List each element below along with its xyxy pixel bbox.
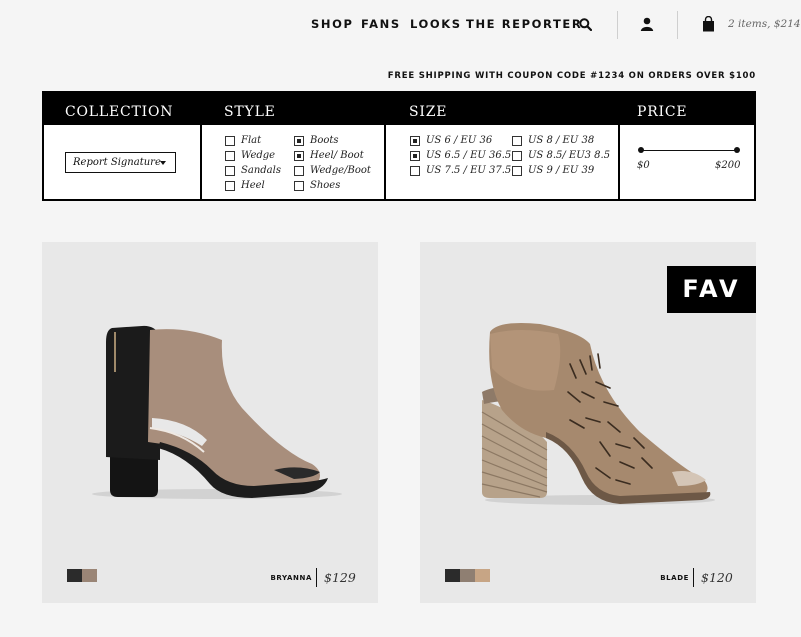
style-option-sandals[interactable]: Sandals <box>225 165 281 176</box>
favorite-badge: FAV <box>667 266 756 313</box>
price-filter: PRICE $0 $200 <box>620 93 754 199</box>
collection-title: COLLECTION <box>65 104 174 120</box>
checkbox[interactable] <box>512 150 522 161</box>
style-option-shoes[interactable]: Shoes <box>294 180 340 191</box>
name-price-divider <box>693 568 694 587</box>
price-title: PRICE <box>637 104 688 120</box>
option-label: US 7.5 / EU 37.5 <box>426 165 512 176</box>
checkbox[interactable] <box>294 180 304 191</box>
color-swatch-dark[interactable] <box>445 569 460 582</box>
user-icon[interactable] <box>640 17 654 36</box>
collection-selected-value: Report Signature <box>73 157 161 168</box>
size-option-us8[interactable]: US 8 / EU 38 <box>512 135 594 146</box>
checkbox[interactable] <box>410 165 420 176</box>
nav-fans[interactable]: FANS <box>361 17 401 31</box>
checkbox[interactable] <box>225 135 235 146</box>
price-slider-track[interactable] <box>640 150 736 151</box>
nav-the-reporter[interactable]: THE REPORTER <box>466 17 582 31</box>
color-swatch-taupe[interactable] <box>82 569 97 582</box>
collection-filter: COLLECTION Report Signature <box>44 93 200 199</box>
style-option-wedge[interactable]: Wedge <box>225 150 275 161</box>
color-swatch-tan[interactable] <box>475 569 490 582</box>
style-title: STYLE <box>224 104 276 120</box>
option-label: Wedge/Boot <box>310 165 371 176</box>
option-label: Shoes <box>310 180 341 191</box>
option-label: Heel <box>241 180 265 191</box>
size-filter: SIZE US 6 / EU 36 US 6.5 / EU 36.5 US 7.… <box>386 93 618 199</box>
size-option-us6[interactable]: US 6 / EU 36 <box>410 135 492 146</box>
checkbox[interactable] <box>225 150 235 161</box>
nav-divider <box>677 11 678 39</box>
name-price-divider <box>316 568 317 587</box>
size-option-us8-5[interactable]: US 8.5/ EU3 8.5 <box>512 150 610 161</box>
color-swatches <box>67 569 97 582</box>
price-min-label: $0 <box>637 160 650 171</box>
checkbox[interactable] <box>410 135 420 146</box>
price-slider-max-handle[interactable] <box>734 147 740 153</box>
shopping-bag-icon[interactable] <box>702 15 715 37</box>
option-label: US 9 / EU 39 <box>528 165 595 176</box>
size-option-us9[interactable]: US 9 / EU 39 <box>512 165 594 176</box>
checkbox[interactable] <box>225 165 235 176</box>
price-slider-min-handle[interactable] <box>638 147 644 153</box>
size-option-us7-5[interactable]: US 7.5 / EU 37.5 <box>410 165 511 176</box>
color-swatch-dark[interactable] <box>67 569 82 582</box>
nav-looks[interactable]: LOOKS <box>410 17 462 31</box>
cart-summary[interactable]: 2 items, $214 <box>728 18 801 30</box>
style-option-heel[interactable]: Heel <box>225 180 265 191</box>
option-label: US 6 / EU 36 <box>426 135 493 146</box>
product-name: BRYANNA <box>270 574 312 582</box>
checkbox[interactable] <box>294 150 304 161</box>
option-label: US 6.5 / EU 36.5 <box>426 150 512 161</box>
checkbox[interactable] <box>512 165 522 176</box>
option-label: Wedge <box>241 150 276 161</box>
nav-divider <box>617 11 618 39</box>
filter-panel: COLLECTION Report Signature STYLE Flat W… <box>42 91 756 201</box>
style-option-heel-boot[interactable]: Heel/ Boot <box>294 150 364 161</box>
option-label: Flat <box>241 135 262 146</box>
nav-shop[interactable]: SHOP <box>311 17 354 31</box>
product-card-blade[interactable]: FAV BLADE $120 <box>420 242 756 603</box>
product-image-bryanna <box>92 325 342 499</box>
checkbox[interactable] <box>225 180 235 191</box>
product-price: $129 <box>324 570 356 585</box>
collection-dropdown[interactable]: Report Signature <box>65 152 176 173</box>
option-label: US 8 / EU 38 <box>528 135 595 146</box>
product-card-bryanna[interactable]: BRYANNA $129 <box>42 242 378 603</box>
color-swatch-taupe[interactable] <box>460 569 475 582</box>
checkbox[interactable] <box>294 165 304 176</box>
checkbox[interactable] <box>410 150 420 161</box>
option-label: Sandals <box>241 165 281 176</box>
option-label: Heel/ Boot <box>310 150 364 161</box>
size-option-us6-5[interactable]: US 6.5 / EU 36.5 <box>410 150 511 161</box>
color-swatches <box>445 569 490 582</box>
option-label: US 8.5/ EU3 8.5 <box>528 150 611 161</box>
price-max-label: $200 <box>715 160 741 171</box>
checkbox[interactable] <box>512 135 522 146</box>
style-filter: STYLE Flat Wedge Sandals Heel Boots Heel… <box>202 93 384 199</box>
style-option-wedge-boot[interactable]: Wedge/Boot <box>294 165 371 176</box>
search-icon[interactable] <box>579 18 593 36</box>
style-option-flat[interactable]: Flat <box>225 135 261 146</box>
promo-banner: FREE SHIPPING WITH COUPON CODE #1234 ON … <box>387 71 756 81</box>
checkbox[interactable] <box>294 135 304 146</box>
top-navigation: SHOP FANS LOOKS THE REPORTER 2 items, $2… <box>0 0 801 50</box>
option-label: Boots <box>310 135 339 146</box>
product-price: $120 <box>701 570 733 585</box>
style-option-boots[interactable]: Boots <box>294 135 339 146</box>
caret-down-icon <box>160 161 166 165</box>
size-title: SIZE <box>409 104 448 120</box>
product-name: BLADE <box>660 574 689 582</box>
